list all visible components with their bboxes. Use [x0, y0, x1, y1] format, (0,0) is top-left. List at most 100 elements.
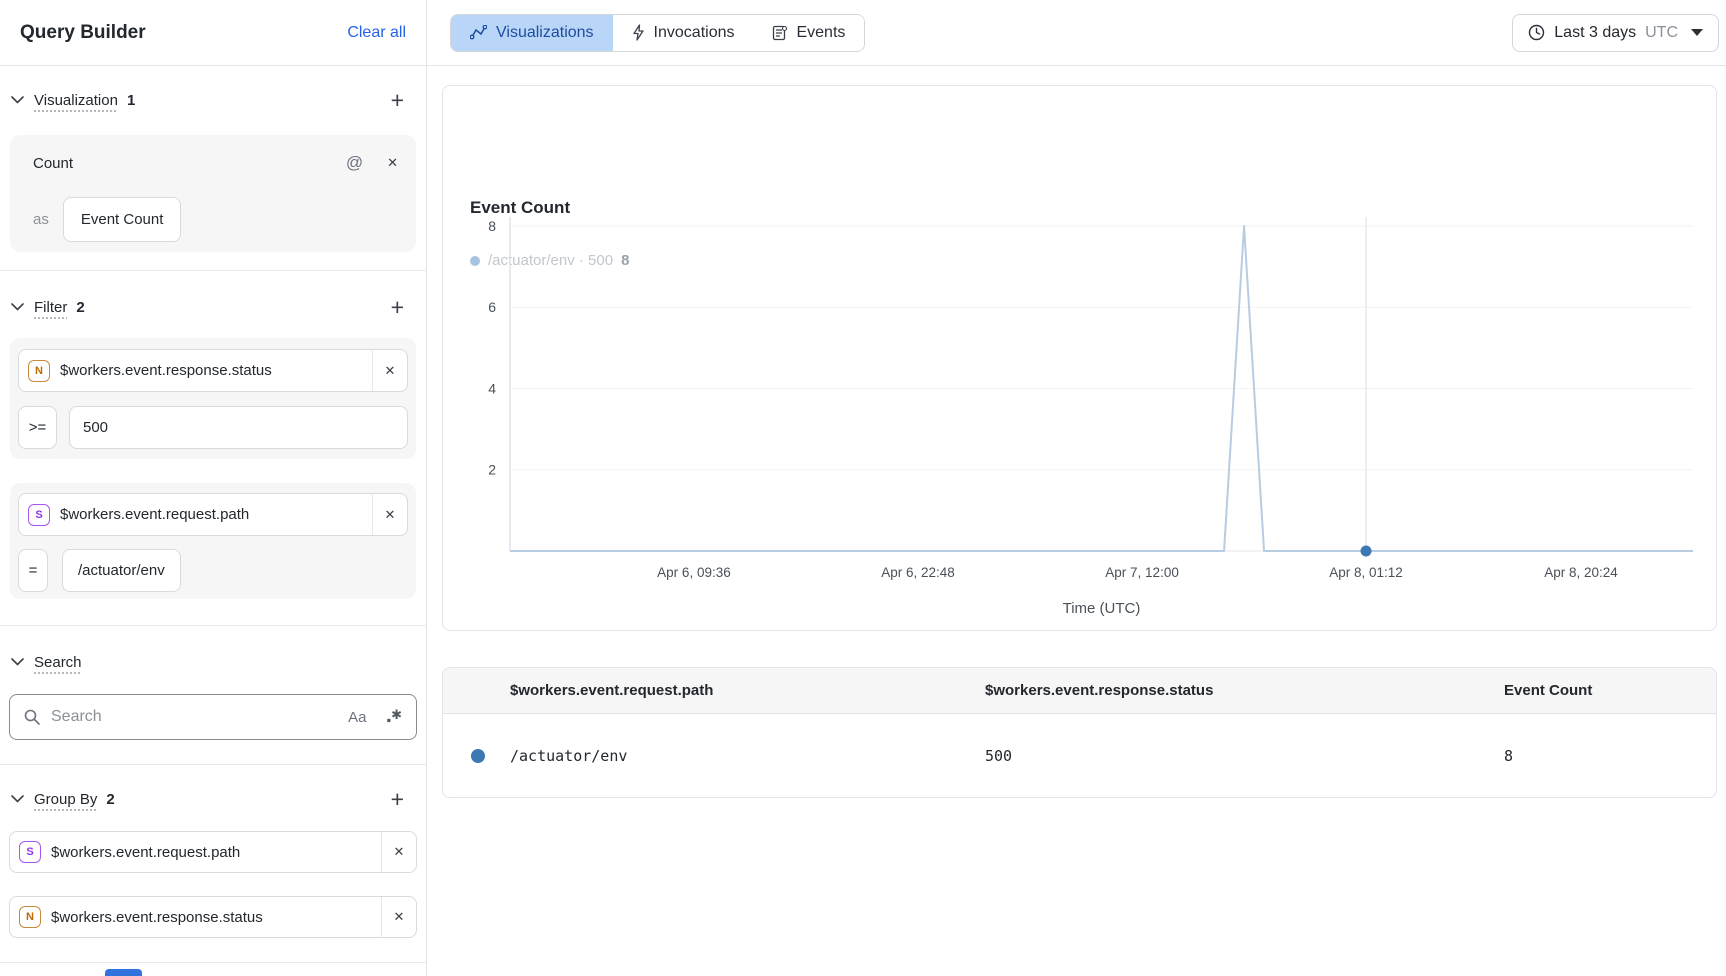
filter-field-name: $workers.event.response.status	[60, 362, 372, 379]
group-by-item[interactable]: S $workers.event.request.path ✕	[9, 831, 417, 873]
view-tabs: Visualizations Invocations Events	[450, 14, 865, 52]
regex-icon[interactable]: ▪✱	[386, 707, 402, 727]
remove-visualization-button[interactable]: ✕	[387, 155, 398, 171]
svg-text:Apr 8, 20:24: Apr 8, 20:24	[1544, 565, 1618, 580]
filter-count: 2	[76, 299, 84, 316]
query-builder-page: Query Builder Clear all Visualization 1 …	[0, 0, 1726, 976]
section-divider	[0, 625, 426, 626]
remove-filter-button[interactable]: ✕	[373, 363, 407, 379]
tab-label: Visualizations	[496, 24, 594, 42]
section-divider	[0, 270, 426, 271]
add-filter-button[interactable]: +	[391, 297, 404, 317]
tab-label: Invocations	[654, 24, 735, 42]
filter-item: S $workers.event.request.path ✕ = /actua…	[10, 483, 416, 599]
add-visualization-button[interactable]: +	[391, 90, 404, 110]
tab-visualizations[interactable]: Visualizations	[451, 15, 613, 51]
search-section-header: Search	[0, 648, 426, 676]
chevron-down-icon[interactable]	[10, 655, 24, 669]
column-header: Event Count	[1504, 682, 1716, 699]
svg-text:Apr 6, 09:36: Apr 6, 09:36	[657, 565, 731, 580]
page-title: Query Builder	[20, 22, 146, 44]
chevron-down-icon[interactable]	[10, 300, 24, 314]
lightning-icon	[632, 24, 645, 41]
filter-field-select[interactable]: S $workers.event.request.path ✕	[18, 493, 408, 536]
clear-all-button[interactable]: Clear all	[347, 24, 406, 42]
sidebar-header: Query Builder Clear all	[0, 0, 426, 66]
cell-request-path: /actuator/env	[510, 747, 985, 765]
time-range-value: Last 3 days	[1554, 24, 1636, 42]
section-divider	[0, 962, 426, 963]
add-group-by-button[interactable]: +	[391, 789, 404, 809]
filter-value-input[interactable]: /actuator/env	[62, 549, 181, 592]
caret-down-icon	[1691, 29, 1703, 36]
chart-line-icon	[470, 25, 487, 40]
timezone-value: UTC	[1645, 24, 1678, 42]
table-header-row: $workers.event.request.path $workers.eve…	[443, 668, 1716, 714]
metric-name[interactable]: Count	[33, 155, 73, 172]
string-type-icon: S	[28, 504, 50, 526]
svg-text:2: 2	[488, 462, 496, 478]
group-by-field-name: $workers.event.request.path	[51, 844, 381, 861]
group-by-count: 2	[106, 791, 114, 808]
filter-item: N $workers.event.response.status ✕ >= 50…	[10, 338, 416, 459]
visualization-count: 1	[127, 92, 135, 109]
search-box: Aa ▪✱	[9, 694, 417, 740]
group-by-section-label[interactable]: Group By	[34, 791, 97, 808]
filter-field-name: $workers.event.request.path	[60, 506, 372, 523]
tab-events[interactable]: Events	[753, 15, 864, 51]
primary-button-peek[interactable]	[105, 969, 142, 976]
svg-text:8: 8	[488, 218, 496, 234]
filter-operator-select[interactable]: >=	[18, 406, 57, 449]
events-doc-icon	[772, 25, 787, 41]
tab-label: Events	[796, 24, 845, 42]
chevron-down-icon[interactable]	[10, 792, 24, 806]
top-bar: Visualizations Invocations Events	[427, 0, 1726, 66]
tab-invocations[interactable]: Invocations	[613, 15, 754, 51]
string-type-icon: S	[19, 841, 41, 863]
number-type-icon: N	[19, 906, 41, 928]
as-label: as	[33, 211, 49, 228]
section-divider	[0, 764, 426, 765]
visualization-section-label[interactable]: Visualization	[34, 92, 118, 109]
event-count-chart[interactable]: 2 4 6 8 Apr 6, 09:36 Apr 6, 22:48 Apr 7, 12:00…	[443, 86, 1718, 632]
query-builder-sidebar: Query Builder Clear all Visualization 1 …	[0, 0, 427, 976]
main-panel: Visualizations Invocations Events	[427, 0, 1726, 976]
case-sensitive-icon[interactable]: Aa	[348, 709, 366, 726]
column-header: $workers.event.request.path	[510, 682, 985, 699]
cell-event-count: 8	[1504, 747, 1716, 765]
svg-text:4: 4	[488, 380, 496, 396]
filter-section-label[interactable]: Filter	[34, 299, 67, 316]
svg-text:Time (UTC): Time (UTC)	[1063, 600, 1141, 617]
svg-text:Apr 8, 01:12: Apr 8, 01:12	[1329, 565, 1403, 580]
remove-group-by-button[interactable]: ✕	[382, 909, 416, 925]
at-sign-icon[interactable]: @	[346, 153, 363, 173]
results-table: $workers.event.request.path $workers.eve…	[442, 667, 1717, 798]
group-by-item[interactable]: N $workers.event.response.status ✕	[9, 896, 417, 938]
cell-response-status: 500	[985, 747, 1504, 765]
clock-icon	[1528, 24, 1545, 41]
group-by-field-name: $workers.event.response.status	[51, 909, 381, 926]
svg-text:6: 6	[488, 299, 496, 315]
event-count-chart-card: Event Count /actuator/env · 500 8 2468Ap…	[442, 85, 1717, 631]
column-header: $workers.event.response.status	[985, 682, 1504, 699]
filter-section-header: Filter 2 +	[0, 293, 426, 321]
group-by-section-header: Group By 2 +	[0, 785, 426, 813]
filter-field-select[interactable]: N $workers.event.response.status ✕	[18, 349, 408, 392]
chevron-down-icon[interactable]	[10, 93, 24, 107]
remove-filter-button[interactable]: ✕	[373, 507, 407, 523]
search-input[interactable]	[51, 708, 348, 726]
search-icon	[24, 709, 40, 725]
table-row[interactable]: /actuator/env 500 8	[443, 714, 1716, 798]
visualization-section-header: Visualization 1 +	[0, 86, 426, 114]
number-type-icon: N	[28, 360, 50, 382]
filter-operator-select[interactable]: =	[18, 549, 48, 592]
filter-value-input[interactable]: 500	[69, 406, 408, 449]
svg-text:Apr 6, 22:48: Apr 6, 22:48	[881, 565, 955, 580]
series-dot	[471, 749, 485, 763]
remove-group-by-button[interactable]: ✕	[382, 844, 416, 860]
search-section-label[interactable]: Search	[34, 654, 82, 671]
time-range-select[interactable]: Last 3 days UTC	[1512, 14, 1719, 52]
svg-text:Apr 7, 12:00: Apr 7, 12:00	[1105, 565, 1179, 580]
visualization-card: Count @ ✕ as Event Count	[10, 135, 416, 252]
alias-input[interactable]: Event Count	[63, 197, 182, 242]
